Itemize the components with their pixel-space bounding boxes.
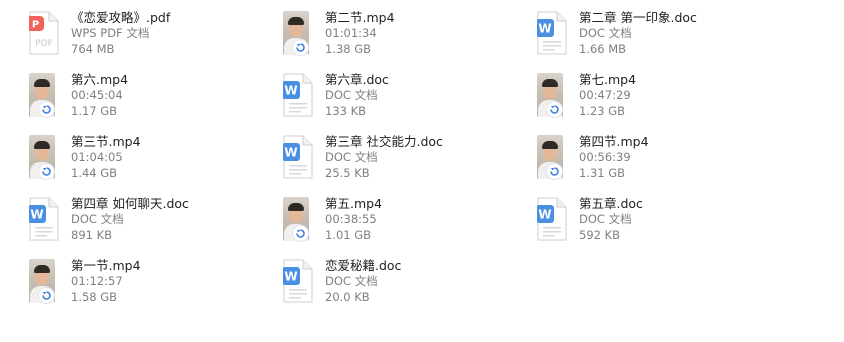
- svg-text:P: P: [32, 20, 39, 31]
- file-size: 1.17 GB: [71, 103, 118, 118]
- file-size: 592 KB: [579, 227, 621, 242]
- file-name: 第六章.doc: [325, 72, 389, 87]
- svg-text:W: W: [284, 84, 297, 98]
- file-item[interactable]: W 第三章 社交能力.doc DOC 文档 25.5 KB: [279, 133, 519, 185]
- file-type: DOC 文档: [579, 26, 632, 40]
- file-item[interactable]: 第三节.mp4 01:04:05 1.44 GB: [25, 133, 265, 185]
- video-duration: 00:56:39: [579, 150, 631, 164]
- file-item[interactable]: 第六.mp4 00:45:04 1.17 GB: [25, 71, 265, 123]
- video-thumbnail-icon: [25, 257, 65, 307]
- file-size: 1.31 GB: [579, 165, 626, 180]
- file-item[interactable]: W 第四章 如何聊天.doc DOC 文档 891 KB: [25, 195, 265, 247]
- file-type: DOC 文档: [325, 150, 378, 164]
- file-item[interactable]: W 第五章.doc DOC 文档 592 KB: [533, 195, 773, 247]
- file-item[interactable]: W 第二章 第一印象.doc DOC 文档 1.66 MB: [533, 9, 773, 61]
- video-duration: 01:01:34: [325, 26, 377, 40]
- file-size: 891 KB: [71, 227, 113, 242]
- video-thumbnail-icon: [533, 133, 573, 183]
- file-size: 1.58 GB: [71, 289, 118, 304]
- file-type: DOC 文档: [71, 212, 124, 226]
- file-size: 1.66 MB: [579, 41, 627, 56]
- svg-text:W: W: [538, 22, 551, 36]
- video-duration: 00:45:04: [71, 88, 123, 102]
- svg-text:PDF: PDF: [35, 39, 53, 49]
- file-item[interactable]: 第四节.mp4 00:56:39 1.31 GB: [533, 133, 773, 185]
- video-duration: 00:47:29: [579, 88, 631, 102]
- video-thumbnail-icon: [533, 71, 573, 121]
- doc-file-icon: W: [25, 195, 65, 245]
- file-name: 《恋爱攻略》.pdf: [71, 10, 171, 25]
- file-size: 1.23 GB: [579, 103, 626, 118]
- file-size: 133 KB: [325, 103, 367, 118]
- play-badge-icon: [547, 102, 562, 117]
- file-name: 第二节.mp4: [325, 10, 395, 25]
- file-size: 1.44 GB: [71, 165, 118, 180]
- file-type: WPS PDF 文档: [71, 26, 150, 40]
- file-type: DOC 文档: [325, 274, 378, 288]
- file-name: 第四章 如何聊天.doc: [71, 196, 189, 211]
- play-badge-icon: [39, 164, 54, 179]
- file-item[interactable]: 第七.mp4 00:47:29 1.23 GB: [533, 71, 773, 123]
- doc-file-icon: W: [279, 133, 319, 183]
- doc-file-icon: W: [533, 195, 573, 245]
- file-name: 第三章 社交能力.doc: [325, 134, 443, 149]
- pdf-file-icon: P PDF: [25, 9, 65, 59]
- file-item[interactable]: P PDF 《恋爱攻略》.pdf WPS PDF 文档 764 MB: [25, 9, 265, 61]
- file-item[interactable]: W 恋爱秘籍.doc DOC 文档 20.0 KB: [279, 257, 519, 309]
- video-thumbnail-icon: [279, 195, 319, 245]
- play-badge-icon: [293, 40, 308, 55]
- svg-text:W: W: [284, 270, 297, 284]
- file-name: 第七.mp4: [579, 72, 637, 87]
- video-duration: 00:38:55: [325, 212, 377, 226]
- file-size: 20.0 KB: [325, 289, 370, 304]
- file-name: 第五章.doc: [579, 196, 643, 211]
- doc-file-icon: W: [279, 257, 319, 307]
- file-item[interactable]: W 第六章.doc DOC 文档 133 KB: [279, 71, 519, 123]
- doc-file-icon: W: [279, 71, 319, 121]
- file-item[interactable]: 第一节.mp4 01:12:57 1.58 GB: [25, 257, 265, 309]
- file-name: 第三节.mp4: [71, 134, 141, 149]
- file-size: 1.38 GB: [325, 41, 372, 56]
- file-item[interactable]: 第二节.mp4 01:01:34 1.38 GB: [279, 9, 519, 61]
- video-duration: 01:04:05: [71, 150, 123, 164]
- svg-text:W: W: [538, 208, 551, 222]
- file-name: 第一节.mp4: [71, 258, 141, 273]
- play-badge-icon: [39, 102, 54, 117]
- file-grid: P PDF 《恋爱攻略》.pdf WPS PDF 文档 764 MB 第二节.m…: [0, 0, 844, 342]
- file-name: 第四节.mp4: [579, 134, 649, 149]
- video-thumbnail-icon: [25, 133, 65, 183]
- play-badge-icon: [293, 226, 308, 241]
- doc-file-icon: W: [533, 9, 573, 59]
- video-thumbnail-icon: [279, 9, 319, 59]
- file-type: DOC 文档: [579, 212, 632, 226]
- file-name: 恋爱秘籍.doc: [325, 258, 402, 273]
- file-size: 25.5 KB: [325, 165, 370, 180]
- file-name: 第二章 第一印象.doc: [579, 10, 697, 25]
- file-size: 1.01 GB: [325, 227, 372, 242]
- svg-text:W: W: [284, 146, 297, 160]
- file-type: DOC 文档: [325, 88, 378, 102]
- file-name: 第五.mp4: [325, 196, 383, 211]
- video-thumbnail-icon: [25, 71, 65, 121]
- play-badge-icon: [547, 164, 562, 179]
- svg-text:W: W: [30, 208, 43, 222]
- file-item[interactable]: 第五.mp4 00:38:55 1.01 GB: [279, 195, 519, 247]
- file-name: 第六.mp4: [71, 72, 129, 87]
- play-badge-icon: [39, 288, 54, 303]
- file-size: 764 MB: [71, 41, 115, 56]
- video-duration: 01:12:57: [71, 274, 123, 288]
